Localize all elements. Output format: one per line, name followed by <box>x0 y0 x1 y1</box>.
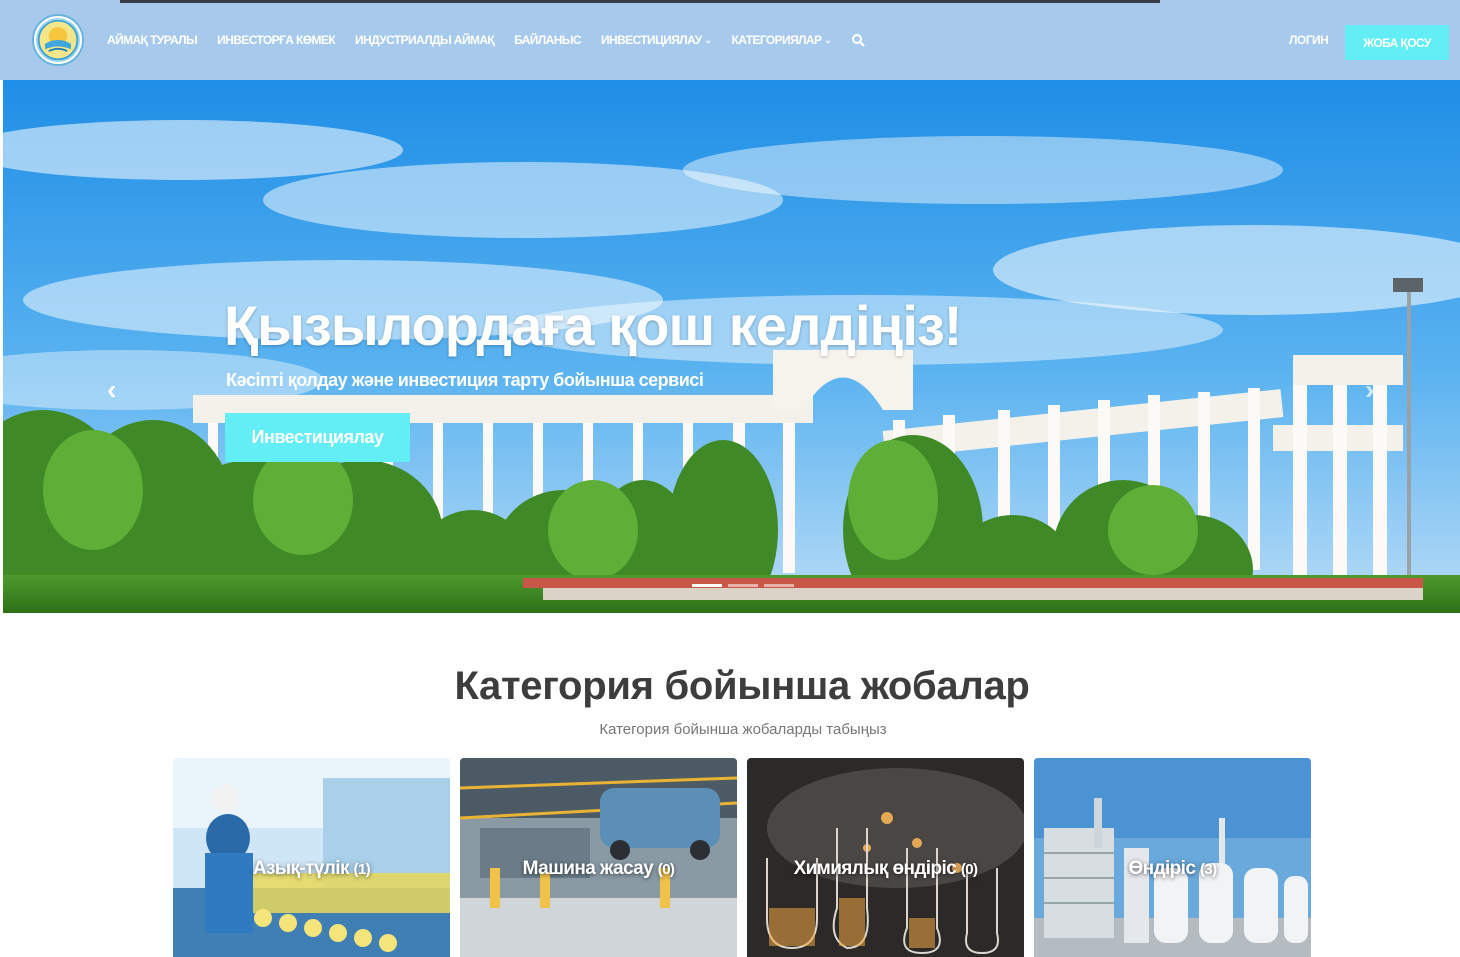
category-label: Азық-түлік (1) <box>173 858 450 880</box>
category-name: Азық-түлік <box>252 858 350 879</box>
category-label: Өндіріс (3) <box>1034 858 1311 880</box>
carousel-indicator-1[interactable] <box>692 584 722 587</box>
nav-item-investor-help[interactable]: ИНВЕСТОРҒА КӨМЕК <box>217 33 335 47</box>
nav-item-label: ИНВЕСТОРҒА КӨМЕК <box>217 33 336 47</box>
category-name: Химиялық өндіріс <box>793 858 957 879</box>
nav-item-label: АЙМАҚ ТУРАЛЫ <box>107 33 198 47</box>
category-name: Өндіріс <box>1128 858 1196 879</box>
category-card-chemical[interactable]: Химиялық өндіріс (0) <box>747 758 1024 957</box>
category-count: (3) <box>1200 861 1217 878</box>
carousel-indicators <box>692 584 794 587</box>
section-subtitle: Категория бойынша жобаларды табыңыз <box>599 721 887 738</box>
invest-button[interactable]: Инвестициялау <box>225 413 410 462</box>
add-project-button[interactable]: ЖОБА ҚОСУ <box>1345 25 1449 60</box>
nav-item-about-region[interactable]: АЙМАҚ ТУРАЛЫ <box>107 33 198 47</box>
nav-item-label: ИНДУСТРИАЛДЫ АЙМАҚ <box>355 33 495 47</box>
emblem-logo[interactable] <box>32 14 84 66</box>
chevron-down-icon: ⌄ <box>704 34 713 45</box>
login-link[interactable]: ЛОГИН <box>1289 33 1329 47</box>
category-card-production[interactable]: Өндіріс (3) <box>1034 758 1311 957</box>
category-cards: Азық-түлік (1) Машина жасау (0) Химиялық… <box>173 758 1311 957</box>
page: АЙМАҚ ТУРАЛЫ ИНВЕСТОРҒА КӨМЕК ИНДУСТРИАЛ… <box>0 0 1460 957</box>
hero-subtitle: Кәсіпті қолдау және инвестиция тарту бой… <box>226 370 704 390</box>
carousel-indicator-3[interactable] <box>764 584 794 587</box>
category-name: Машина жасау <box>522 858 654 879</box>
nav-item-industrial-zone[interactable]: ИНДУСТРИАЛДЫ АЙМАҚ <box>355 33 495 47</box>
hero-title: Қызылордаға қош келдіңіз! <box>224 294 962 357</box>
category-label: Химиялық өндіріс (0) <box>747 858 1024 880</box>
nav-item-contacts[interactable]: БАЙЛАНЫС <box>514 33 581 47</box>
category-count: (0) <box>657 861 675 878</box>
chevron-left-icon[interactable]: ‹ <box>107 374 116 406</box>
browser-top-strip <box>120 0 1160 3</box>
nav-item-label: ИНВЕСТИЦИЯЛАУ <box>600 33 702 47</box>
nav-item-label: КАТЕГОРИЯЛАР <box>731 33 822 47</box>
main-menu: АЙМАҚ ТУРАЛЫ ИНВЕСТОРҒА КӨМЕК ИНДУСТРИАЛ… <box>107 33 865 47</box>
navbar: АЙМАҚ ТУРАЛЫ ИНВЕСТОРҒА КӨМЕК ИНДУСТРИАЛ… <box>0 0 1460 80</box>
category-card-machine-building[interactable]: Машина жасау (0) <box>460 758 737 957</box>
nav-item-label: БАЙЛАНЫС <box>514 33 581 47</box>
category-count: (1) <box>353 861 371 878</box>
chevron-down-icon: ⌄ <box>824 34 832 45</box>
category-label: Машина жасау (0) <box>460 858 737 880</box>
category-count: (0) <box>960 861 978 878</box>
nav-item-invest-dropdown[interactable]: ИНВЕСТИЦИЯЛАУ ⌄ <box>601 33 712 47</box>
category-card-food[interactable]: Азық-түлік (1) <box>173 758 450 957</box>
nav-item-categories-dropdown[interactable]: КАТЕГОРИЯЛАР ⌄ <box>732 33 832 47</box>
section-title: Категория бойынша жобалар <box>454 664 1030 708</box>
chevron-right-icon[interactable]: › <box>1365 374 1374 406</box>
carousel-indicator-2[interactable] <box>728 584 758 587</box>
search-icon[interactable] <box>851 33 865 47</box>
